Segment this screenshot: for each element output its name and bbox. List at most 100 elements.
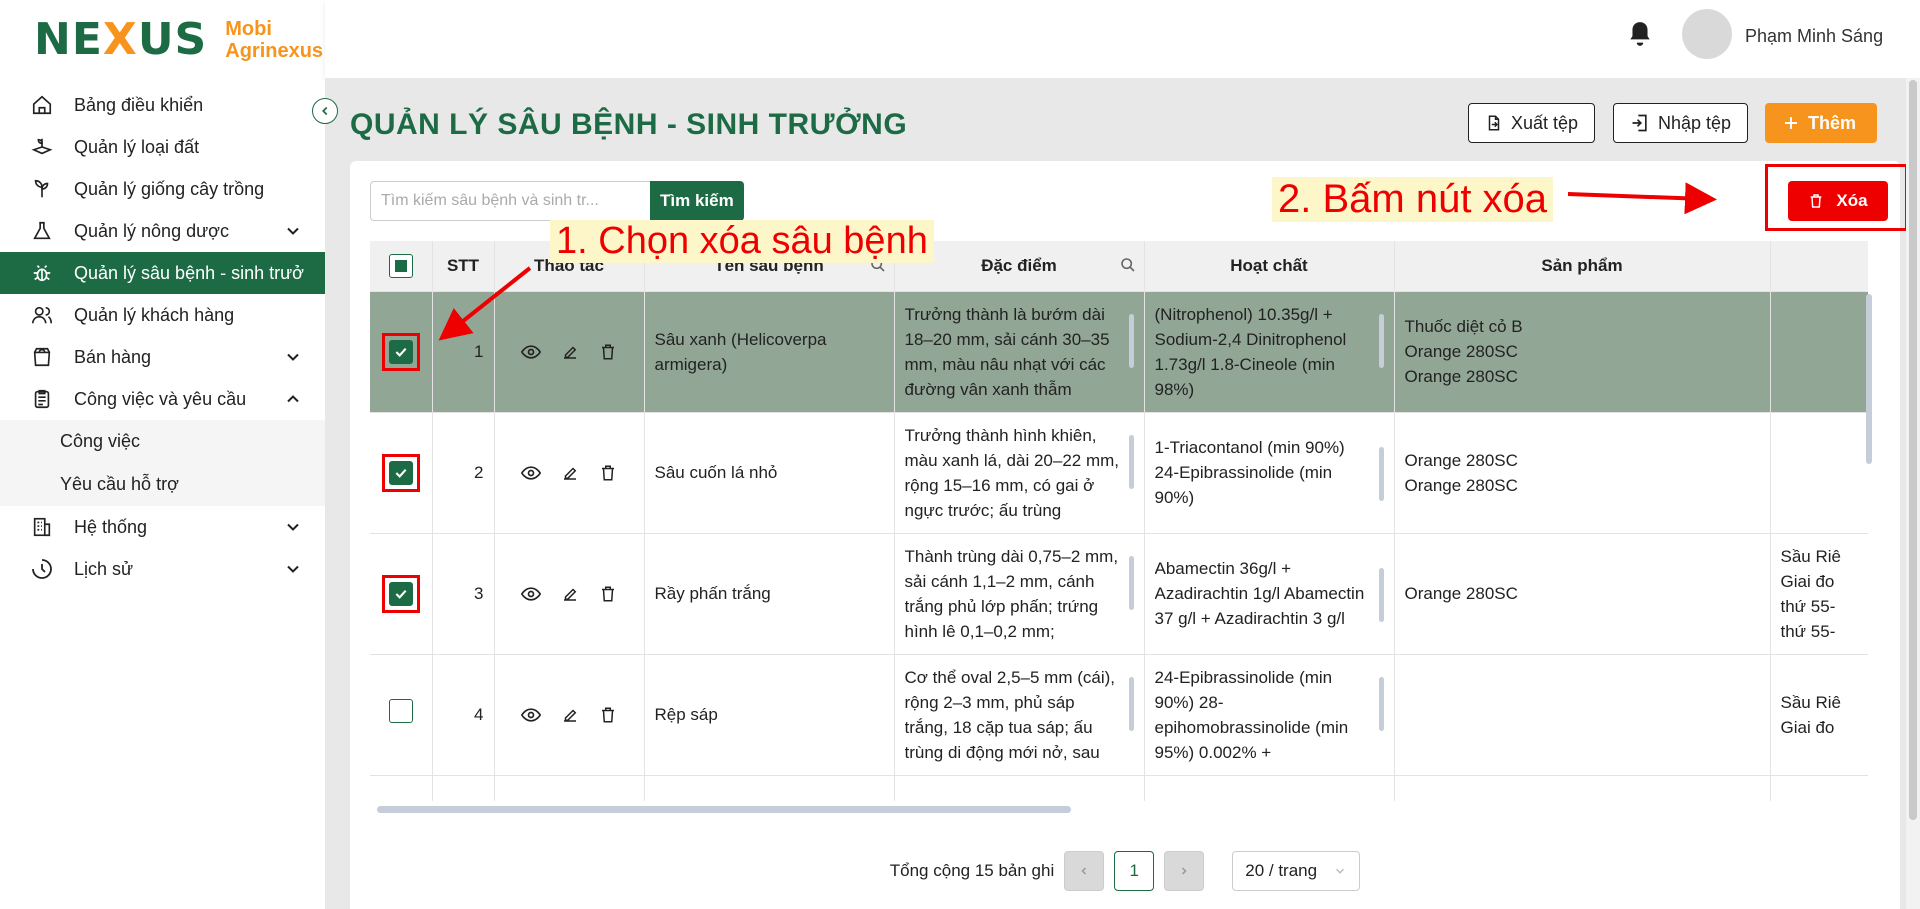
sidebar-item-sales[interactable]: Bán hàng [0, 336, 325, 378]
edit-icon[interactable] [561, 343, 579, 361]
bug-icon [30, 261, 54, 285]
row-active-ingredient: Abamectin 36g/l + Azadirachtin 1g/l Abam… [1144, 533, 1395, 655]
column-header-extra [1770, 241, 1868, 292]
select-all-cell [370, 241, 433, 292]
row-actions [494, 412, 645, 534]
delete-highlight-box: Xóa [1765, 164, 1908, 231]
row-description: Cơ thể oval 2,5–5 mm (cái), rộng 2–3 mm,… [894, 654, 1145, 776]
row-name: Sâu xanh (Helicoverpa armigera) [644, 291, 895, 413]
search-bar: Tìm kiếm [370, 181, 744, 221]
file-import-icon [1632, 114, 1647, 132]
row-select-cell [370, 533, 433, 655]
row-stt [432, 775, 495, 801]
checkbox-highlight [381, 574, 420, 613]
view-icon[interactable] [521, 705, 541, 725]
edit-icon[interactable] [561, 464, 579, 482]
sidebar-item-pesticides[interactable]: Quản lý nông dược [0, 210, 325, 252]
sidebar-item-customers[interactable]: Quản lý khách hàng [0, 294, 325, 336]
user-name[interactable]: Phạm Minh Sáng [1745, 26, 1883, 47]
home-icon [30, 93, 54, 117]
row-actions [494, 533, 645, 655]
pests-table: STT Thao tác Tên sâu bệnh Đặc điểm Hoạt … [370, 241, 1868, 801]
table-row[interactable]: 4 Rệp sáp Cơ thể oval 2,5–5 mm (cái), rộ… [370, 654, 1868, 776]
trash-icon[interactable] [599, 464, 617, 482]
prev-page-button[interactable] [1064, 851, 1105, 891]
view-icon[interactable] [521, 584, 541, 604]
row-description: Trưởng thành là bướm dài 18–20 mm, sải c… [894, 291, 1145, 413]
trash-icon[interactable] [599, 585, 617, 603]
page-number-button[interactable]: 1 [1114, 851, 1155, 891]
sidebar-item-dashboard[interactable]: Bảng điều khiển [0, 84, 325, 126]
sidebar-item-plant-variety[interactable]: Quản lý giống cây trồng [0, 168, 325, 210]
clock-icon [30, 557, 54, 581]
sidebar-subitem-support[interactable]: Yêu cầu hỗ trợ [0, 463, 325, 506]
row-name: Rầy phấn trắng [644, 533, 895, 655]
select-all-checkbox[interactable] [388, 253, 413, 278]
avatar[interactable] [1682, 9, 1732, 59]
sidebar-item-soil[interactable]: Quản lý loại đất [0, 126, 325, 168]
row-product: Orange 280SC [1394, 533, 1771, 655]
row-name: Sâu cuốn lá nhỏ [644, 412, 895, 534]
sidebar-item-pests[interactable]: Quản lý sâu bệnh - sinh trưở [0, 252, 325, 294]
bell-icon[interactable] [1627, 20, 1653, 53]
view-icon[interactable] [521, 463, 541, 483]
row-active-ingredient: (Nitrophenol) 10.35g/l + Sodium-2,4 Dini… [1144, 291, 1395, 413]
search-button[interactable]: Tìm kiếm [650, 181, 744, 221]
column-header-stt: STT [432, 241, 495, 292]
page-scrollbar[interactable] [1906, 78, 1920, 909]
chevron-down-icon [287, 523, 299, 531]
row-active-ingredient: 1-Triacontanol (min 90%) 24-Epibrassinol… [1144, 412, 1395, 534]
import-button[interactable]: Nhập tệp [1613, 103, 1749, 143]
next-page-button[interactable] [1164, 851, 1205, 891]
search-input[interactable] [370, 181, 650, 221]
row-checkbox[interactable] [388, 460, 413, 485]
row-stt: 4 [432, 654, 495, 776]
collapse-sidebar-button[interactable] [312, 98, 338, 124]
sidebar-item-system[interactable]: Hệ thống [0, 506, 325, 548]
row-select-cell [370, 775, 433, 801]
flask-icon [30, 219, 54, 243]
row-product [1394, 654, 1771, 776]
logo[interactable]: NEXUS Mobi Agrinexus [34, 14, 323, 65]
row-stt: 1 [432, 291, 495, 413]
row-name [644, 775, 895, 801]
file-export-icon [1488, 115, 1500, 131]
row-stt: 3 [432, 533, 495, 655]
delete-button[interactable]: Xóa [1788, 181, 1888, 221]
edit-icon[interactable] [561, 585, 579, 603]
building-icon [30, 515, 54, 539]
sidebar: NEXUS Mobi Agrinexus Bảng điều khiển Quả… [0, 0, 325, 909]
vertical-scrollbar[interactable] [1866, 294, 1872, 464]
row-checkbox[interactable] [388, 699, 413, 723]
search-icon[interactable] [1120, 257, 1136, 273]
chevron-right-icon [1182, 867, 1187, 875]
row-extra [1770, 775, 1868, 801]
soil-icon [30, 135, 54, 159]
trash-icon[interactable] [599, 706, 617, 724]
row-checkbox[interactable] [388, 339, 413, 364]
row-extra [1770, 291, 1868, 413]
sidebar-item-history[interactable]: Lịch sử [0, 548, 325, 590]
table-row[interactable]: 1 Sâu xanh (Helicoverpa armigera) Trưởng… [370, 291, 1868, 413]
export-button[interactable]: Xuất tệp [1468, 103, 1596, 143]
clipboard-icon [30, 387, 54, 411]
trash-icon[interactable] [599, 343, 617, 361]
table-row[interactable]: 3 Rầy phấn trắng Thành trùng dài 0,75–2 … [370, 533, 1868, 655]
view-icon[interactable] [521, 342, 541, 362]
sidebar-item-tasks[interactable]: Công việc và yêu cầu [0, 378, 325, 420]
sidebar-subitem-tasks[interactable]: Công việc [0, 420, 325, 463]
row-checkbox[interactable] [388, 581, 413, 606]
page-title: QUẢN LÝ SÂU BỆNH - SINH TRƯỞNG [350, 108, 908, 141]
trash-icon [1811, 194, 1822, 208]
chevron-down-icon [287, 565, 299, 573]
table-row[interactable]: Kích thước 0,18–0,5 mm, hình bầu dục, th… [370, 775, 1868, 801]
page-size-select[interactable]: 20 / trang [1232, 851, 1361, 891]
table-row[interactable]: 2 Sâu cuốn lá nhỏ Trưởng thành hình khiê… [370, 412, 1868, 534]
row-active-ingredient: 24-Epibrassinolide (min 90%) 28-epihomob… [1144, 654, 1395, 776]
row-product: Thuốc diệt cỏ B Orange 280SC Orange 280S… [1394, 291, 1771, 413]
edit-icon[interactable] [561, 706, 579, 724]
main-content: QUẢN LÝ SÂU BỆNH - SINH TRƯỞNG Xuất tệp … [325, 78, 1920, 909]
horizontal-scrollbar[interactable] [377, 806, 1071, 813]
add-button[interactable]: Thêm [1765, 103, 1877, 143]
plant-icon [30, 177, 54, 201]
